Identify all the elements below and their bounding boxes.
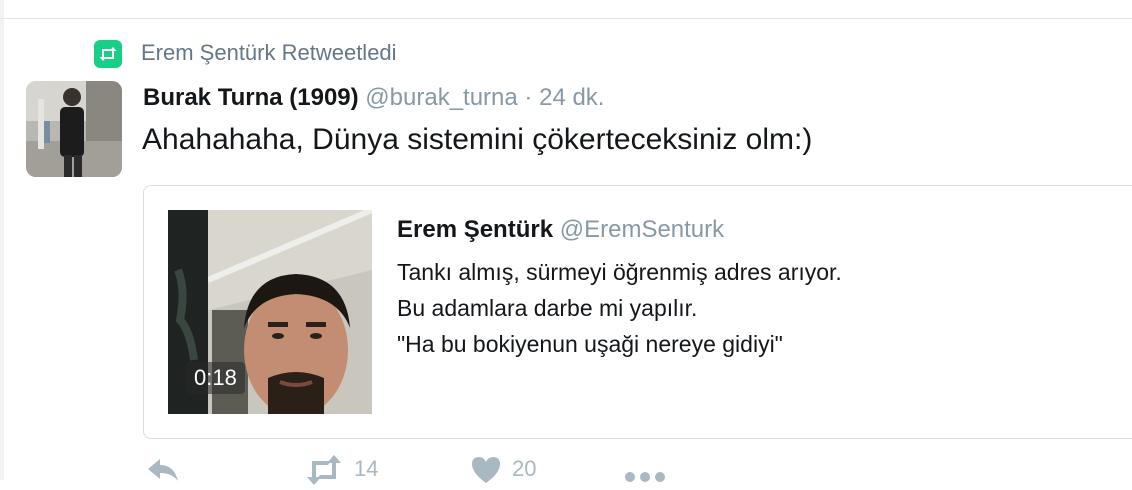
heart-icon: [470, 455, 502, 490]
left-edge: [0, 0, 4, 480]
top-divider: [0, 18, 1132, 19]
tweet-actions: 14 20: [0, 455, 1132, 485]
quoted-author-name[interactable]: Erem Şentürk: [397, 216, 553, 243]
reply-button[interactable]: [146, 455, 180, 490]
quoted-tweet-header: Erem Şentürk @EremSenturk: [397, 214, 724, 246]
retweet-count: 14: [354, 456, 379, 481]
author-name[interactable]: Burak Turna (1909): [143, 84, 359, 111]
retweet-context-icon: [94, 40, 122, 68]
quoted-text-line: Tankı almış, sürmeyi öğrenmiş adres arıy…: [397, 259, 842, 285]
reply-icon: [146, 455, 180, 490]
avatar[interactable]: [26, 81, 122, 177]
header-separator: ·: [524, 84, 533, 111]
more-icon: [624, 455, 666, 490]
retweet-button[interactable]: 14: [304, 455, 378, 490]
quoted-tweet-text: Tankı almış, sürmeyi öğrenmiş adres arıy…: [397, 254, 842, 362]
video-duration: 0:18: [186, 362, 245, 394]
quoted-text-line: "Ha bu bokiyenun uşaği nereye gidiyi": [397, 331, 783, 357]
author-handle[interactable]: @burak_turna: [365, 84, 517, 111]
quoted-author-handle[interactable]: @EremSenturk: [560, 216, 724, 243]
quoted-text-line: Bu adamlara darbe mi yapılır.: [397, 295, 698, 321]
tweet-time[interactable]: 24 dk.: [539, 84, 604, 111]
tweet-text: Ahahahaha, Dünya sistemini çökerteceksin…: [142, 123, 813, 156]
retweet-icon: [304, 455, 344, 490]
tweet-header: Burak Turna (1909) @burak_turna · 24 dk.: [143, 82, 604, 114]
like-count: 20: [512, 456, 537, 481]
more-button[interactable]: [624, 455, 666, 490]
like-button[interactable]: 20: [470, 455, 536, 490]
retweet-context-text[interactable]: Erem Şentürk Retweetledi: [141, 38, 397, 68]
